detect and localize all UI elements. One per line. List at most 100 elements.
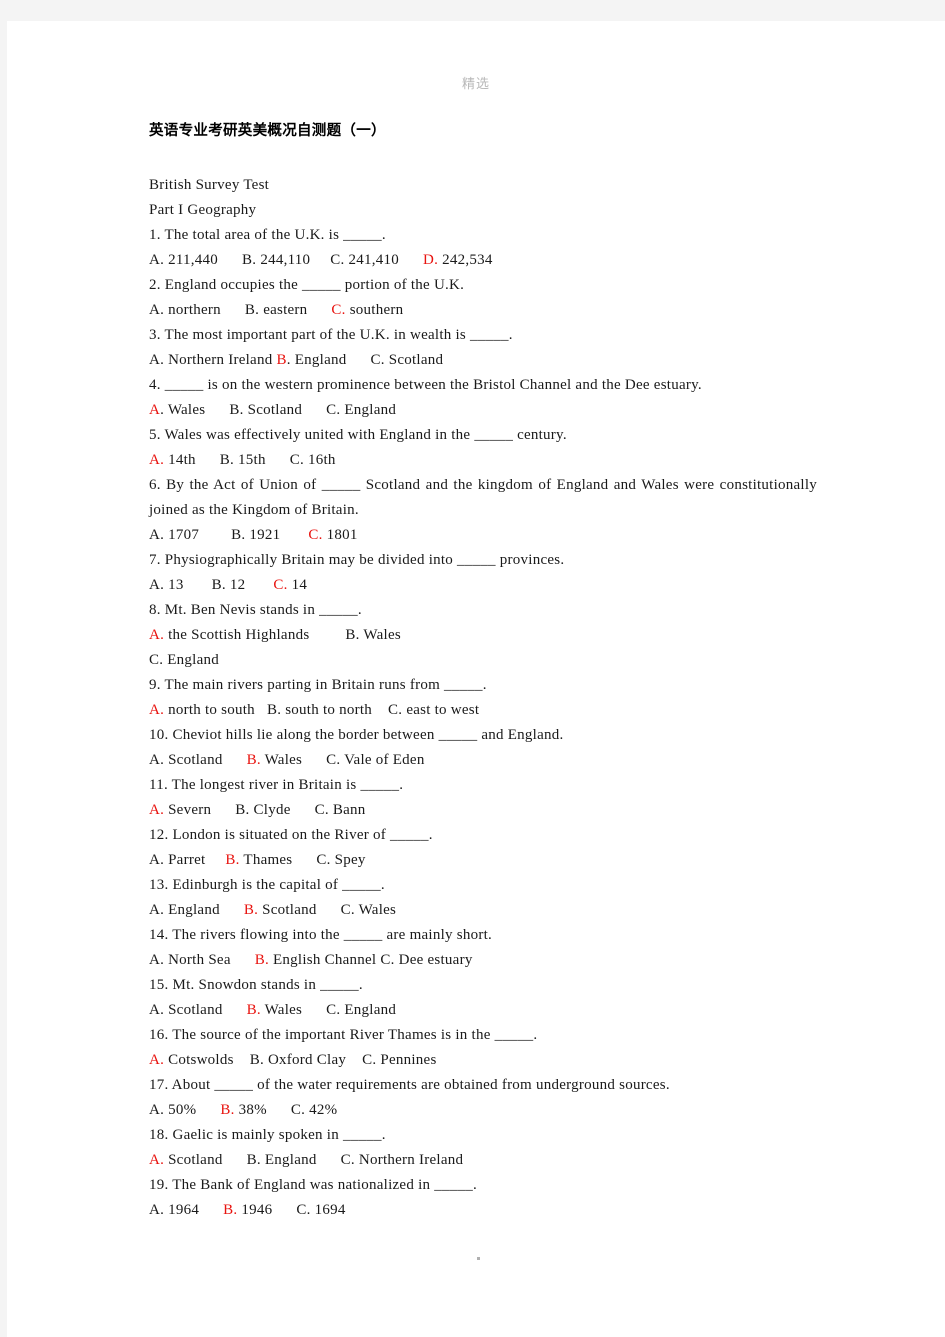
question-options-line: A. 1964 B. 1946 C. 1694	[149, 1198, 817, 1223]
option-text: C.	[289, 451, 304, 468]
option-text: 1921	[245, 526, 281, 543]
option-text: Severn	[164, 801, 212, 818]
option-text: 13	[164, 576, 184, 593]
question-options-line: C. England	[149, 648, 817, 673]
option-text: Vale of Eden	[340, 751, 425, 768]
option-text: B.	[345, 626, 360, 643]
option-text	[196, 1102, 220, 1118]
option-text: 38%	[234, 1101, 267, 1118]
option-text	[399, 252, 423, 268]
question-options-line: A. north to south B. south to north C. e…	[149, 698, 817, 723]
option-text: England	[163, 651, 220, 668]
option-text: North Sea	[164, 951, 231, 968]
option-text: . Wales	[160, 401, 206, 418]
question-options-line: A. 14th B. 15th C. 16th	[149, 448, 817, 473]
option-text: B.	[235, 801, 250, 818]
question-options-line: A. Parret B. Thames C. Spey	[149, 848, 817, 873]
question-stem: 2. England occupies the _____ portion of…	[149, 276, 465, 293]
questions-list: 1. The total area of the U.K. is _____. A…	[149, 223, 817, 1223]
question-stem: 4. _____ is on the western prominence be…	[149, 376, 702, 393]
question-options-line: A. Scotland B. Wales C. England	[149, 998, 817, 1023]
option-text: Wales	[359, 626, 401, 643]
question-stem: 13. Edinburgh is the capital of _____.	[149, 876, 385, 893]
option-text	[267, 1102, 291, 1118]
answer-marker: D.	[423, 251, 439, 268]
option-text	[292, 852, 316, 868]
option-text: 241,410	[344, 251, 400, 268]
option-text: south to north	[281, 701, 373, 718]
option-text	[218, 252, 242, 268]
option-text: 244,110	[256, 251, 311, 268]
question-options-line: A. Cotswolds B. Oxford Clay C. Pennines	[149, 1048, 817, 1073]
question-stem: 7. Physiographically Britain may be divi…	[149, 551, 565, 568]
option-text	[223, 1152, 247, 1168]
option-text	[272, 1202, 296, 1218]
option-text	[184, 577, 212, 593]
option-text	[346, 352, 370, 368]
question-options-line: A. 1707 B. 1921 C. 1801	[149, 523, 817, 548]
answer-marker: A.	[149, 1151, 165, 1168]
option-text: B.	[246, 1151, 261, 1168]
question-options-line: A. Northern Ireland B. England C. Scotla…	[149, 348, 817, 373]
option-text: C.	[296, 1201, 311, 1218]
answer-marker: A.	[149, 801, 165, 818]
option-text: A.	[149, 1101, 165, 1118]
option-text: Pennines	[376, 1051, 437, 1068]
answer-marker: B.	[225, 851, 240, 868]
option-text: B.	[229, 401, 244, 418]
option-text: Scotland	[164, 751, 223, 768]
option-text: A.	[149, 901, 165, 918]
option-text	[234, 1052, 250, 1068]
question-stem: 15. Mt. Snowdon stands in _____.	[149, 976, 363, 993]
option-text: Northern Ireland	[164, 351, 277, 368]
answer-marker: B.	[220, 1101, 235, 1118]
answer-marker: A.	[149, 701, 165, 718]
answer-marker: B.	[254, 951, 270, 968]
option-text: Scotland	[384, 351, 444, 368]
option-text: 42%	[305, 1101, 338, 1118]
option-text: B.	[219, 451, 235, 468]
option-text: Thames	[239, 851, 293, 868]
option-text: 14	[287, 576, 308, 593]
part-heading: Part I Geography	[149, 201, 257, 218]
option-text: C.	[326, 751, 341, 768]
option-text: C.	[290, 1101, 306, 1118]
option-text: A.	[149, 251, 165, 268]
option-text: Wales	[354, 901, 397, 918]
question-stem: 18. Gaelic is mainly spoken in _____.	[149, 1126, 386, 1143]
option-text	[211, 802, 235, 818]
option-text: B.	[242, 251, 257, 268]
answer-marker: B.	[243, 901, 259, 918]
option-text: 12	[225, 576, 246, 593]
answer-marker: C.	[331, 301, 346, 318]
option-text	[302, 1002, 326, 1018]
option-text: northern	[164, 301, 221, 318]
option-text: Parret	[164, 851, 206, 868]
option-text: 242,534	[438, 251, 493, 268]
option-text: 50%	[164, 1101, 197, 1118]
option-text: C.	[380, 951, 395, 968]
option-text	[220, 902, 244, 918]
option-text: C.	[362, 1051, 377, 1068]
question-options-line: A. Scotland B. Wales C. Vale of Eden	[149, 748, 817, 773]
option-text: 1801	[322, 526, 358, 543]
option-text	[346, 1052, 362, 1068]
subtitle: British Survey Test	[149, 176, 270, 193]
option-text: 16th	[303, 451, 336, 468]
option-text: A.	[149, 951, 165, 968]
option-text: C.	[326, 1001, 341, 1018]
option-text: southern	[345, 301, 404, 318]
option-text: eastern	[259, 301, 308, 318]
option-text: C.	[326, 401, 341, 418]
question-options-line: A. the Scottish Highlands B. Wales	[149, 623, 817, 648]
option-text: 1694	[310, 1201, 346, 1218]
option-text: Dee estuary	[394, 951, 473, 968]
option-text	[302, 402, 326, 418]
option-text: north to south	[164, 701, 255, 718]
option-text	[307, 302, 331, 318]
question-stem: 17. About _____ of the water requirement…	[149, 1076, 670, 1093]
option-text: Wales	[260, 1001, 303, 1018]
question-stem: 19. The Bank of England was nationalized…	[149, 1176, 477, 1193]
option-text: C.	[340, 901, 355, 918]
question-options-line: A. England B. Scotland C. Wales	[149, 898, 817, 923]
